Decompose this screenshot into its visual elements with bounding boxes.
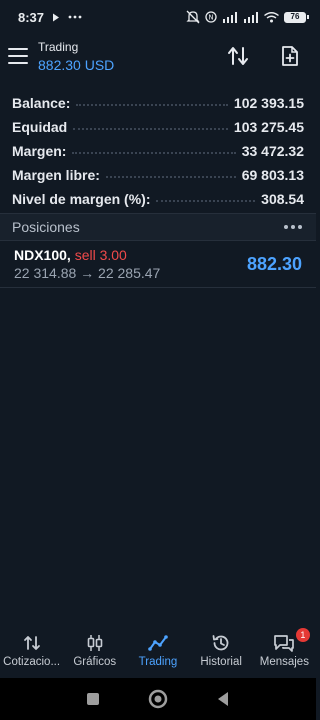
status-time: 8:37 [18,9,45,25]
summary-label: Nivel de margen (%): [12,191,151,207]
quotes-icon [23,630,41,656]
nfc-icon: N [205,11,217,23]
wifi-icon [264,11,279,23]
history-icon [211,630,231,656]
summary-value: 102 393.15 [233,95,304,111]
title-block: Trading 882.30 USD [38,40,114,73]
new-order-icon[interactable] [278,44,302,68]
recents-icon[interactable] [83,689,103,709]
summary-label: Margen libre: [12,167,100,183]
position-row[interactable]: NDX100, sell 3.00 22 314.88 → 22 285.47 … [0,241,316,287]
summary-row-equity: Equidad 103 275.45 [0,111,316,135]
positions-header: Posiciones [0,214,316,240]
menu-icon[interactable] [8,48,28,64]
nav-label: Gráficos [73,656,117,668]
bottom-navigation: Cotizacio... Gráficos Trading Historial … [0,628,316,678]
dotted-leader [76,104,228,106]
nav-history[interactable]: Historial [190,630,253,668]
nav-label: Cotizacio... [3,656,61,668]
nav-quotes[interactable]: Cotizacio... [0,630,63,668]
summary-value: 33 472.32 [241,143,304,159]
signal-icon [222,11,238,23]
summary-value: 69 803.13 [241,167,304,183]
svg-text:N: N [208,14,213,22]
summary-label: Equidad [12,119,68,135]
nav-charts[interactable]: Gráficos [63,630,126,668]
summary-label: Balance: [12,95,71,111]
dotted-leader [105,176,236,178]
system-navigation-bar [0,678,316,720]
battery-icon: 76 [284,11,309,23]
summary-value: 103 275.45 [233,119,304,135]
sort-icon[interactable] [226,44,250,68]
dotted-leader [73,128,228,130]
divider [0,287,316,288]
summary-row-balance: Balance: 102 393.15 [0,87,316,111]
account-summary: Balance: 102 393.15 Equidad 103 275.45 M… [0,87,316,207]
app-header: Trading 882.30 USD [0,34,316,78]
nav-label: Trading [138,656,178,668]
home-icon[interactable] [148,689,168,709]
more-options-icon[interactable] [282,221,304,233]
play-icon [52,13,60,22]
nav-label: Historial [200,656,242,668]
summary-row-margin: Margen: 33 472.32 [0,135,316,159]
status-bar: 8:37 N 76 [0,0,316,34]
position-prices: 22 314.88 → 22 285.47 [14,265,161,281]
profit-summary: 882.30 USD [38,56,115,73]
position-symbol: NDX100, [14,247,71,263]
mute-icon [186,10,200,24]
more-icon [68,15,82,19]
positions-label: Posiciones [12,219,80,235]
back-icon[interactable] [213,689,233,709]
unread-badge: 1 [295,628,310,642]
nav-label: Mensajes [259,656,309,668]
position-side-volume: sell 3.00 [74,247,127,263]
page-title: Trading [38,39,79,54]
summary-row-free-margin: Margen libre: 69 803.13 [0,159,316,183]
messages-icon [273,630,295,656]
summary-value: 308.54 [261,191,304,207]
signal-icon [243,11,259,23]
dotted-leader [156,200,256,202]
position-profit: 882.30 [246,253,302,274]
summary-row-margin-level: Nivel de margen (%): 308.54 [0,183,316,207]
charts-icon [86,630,104,656]
nav-trading[interactable]: Trading [126,630,189,668]
dotted-leader [72,152,236,154]
nav-messages[interactable]: 1 Mensajes [253,628,316,668]
trading-icon [148,630,168,656]
summary-label: Margen: [12,143,67,159]
